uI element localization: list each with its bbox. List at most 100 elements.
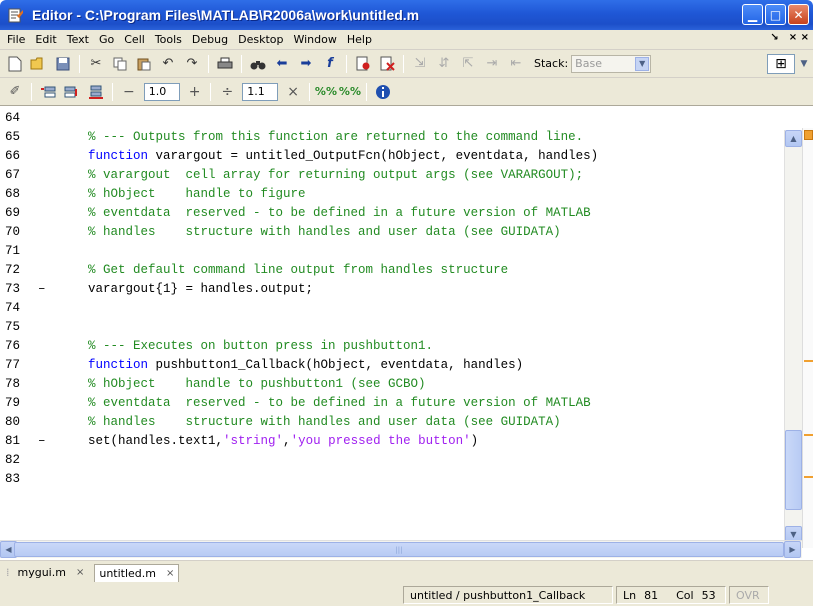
undock-icon[interactable]: ↘: [770, 32, 778, 43]
warning-indicator-icon[interactable]: [804, 130, 813, 140]
message-bar[interactable]: [802, 128, 813, 548]
current-function-status: untitled / pushbutton1_Callback: [403, 586, 613, 604]
menu-desktop[interactable]: Desktop: [233, 33, 288, 46]
new-file-icon[interactable]: [5, 54, 25, 74]
code-line[interactable]: 81 – set(handles.text1,'string','you pres…: [0, 431, 478, 450]
code-line[interactable]: 69 % eventdata reserved - to be defined …: [0, 203, 591, 222]
menu-cell[interactable]: Cell: [119, 33, 150, 46]
menu-edit[interactable]: Edit: [30, 33, 61, 46]
step-in-icon[interactable]: ⇵: [434, 54, 454, 74]
tab-mygui[interactable]: mygui.m ×: [14, 564, 89, 582]
stack-dropdown[interactable]: Base ▼: [571, 54, 652, 73]
code-line[interactable]: 76 % --- Executes on button press in pus…: [0, 336, 433, 355]
window-title: Editor - C:\Program Files\MATLAB\R2006a\…: [32, 7, 420, 23]
eval-cell-advance-icon[interactable]: [62, 82, 82, 102]
insert-cell-divider-icon[interactable]: %%: [315, 82, 337, 102]
continue-icon[interactable]: ⇥: [482, 54, 502, 74]
tab-untitled[interactable]: untitled.m ×: [94, 563, 180, 582]
code-line[interactable]: 83: [0, 469, 58, 488]
find-icon[interactable]: [248, 54, 268, 74]
remove-cell-divider-icon[interactable]: %%: [339, 82, 361, 102]
forward-arrow-icon[interactable]: ➡: [296, 54, 316, 74]
code-editor[interactable]: 64 65 % --- Outputs from this function ar…: [0, 106, 798, 550]
info-icon[interactable]: [373, 82, 393, 102]
step-out-icon[interactable]: ⇱: [458, 54, 478, 74]
close-icon[interactable]: ✕: [788, 4, 809, 25]
code-line[interactable]: 80 % handles structure with handles and …: [0, 412, 561, 431]
menu-file[interactable]: File: [2, 33, 30, 46]
code-line[interactable]: 75: [0, 317, 58, 336]
divide-button[interactable]: ÷: [221, 84, 233, 100]
back-arrow-icon[interactable]: ⬅: [272, 54, 292, 74]
decrement-value-field[interactable]: 1.0: [143, 82, 180, 101]
step-icon[interactable]: ⇲: [410, 54, 430, 74]
warning-marker[interactable]: [804, 476, 813, 478]
code-string: 'you pressed the button': [290, 433, 471, 448]
increment-button[interactable]: +: [189, 84, 201, 100]
code-line[interactable]: 67 % varargout cell array for returning …: [0, 165, 583, 184]
menu-window[interactable]: Window: [288, 33, 341, 46]
horizontal-scroll-thumb[interactable]: |||: [14, 542, 784, 557]
code-line[interactable]: 66 function varargout = untitled_OutputF…: [0, 146, 598, 165]
breakpoint-gutter[interactable]: –: [38, 282, 58, 296]
eval-cell-icon[interactable]: [38, 82, 58, 102]
paste-icon[interactable]: [134, 54, 154, 74]
exit-debug-icon[interactable]: ⇤: [506, 54, 526, 74]
multiply-button[interactable]: ×: [287, 84, 299, 100]
cut-icon[interactable]: ✂: [86, 54, 106, 74]
code-text: ): [470, 433, 479, 448]
undo-icon[interactable]: ↶: [158, 54, 178, 74]
warning-marker[interactable]: [804, 434, 813, 436]
warning-marker[interactable]: [804, 360, 813, 362]
multiply-value-field[interactable]: 1.1: [242, 82, 279, 101]
code-line[interactable]: 72 % Get default command line output fro…: [0, 260, 508, 279]
code-line[interactable]: 70 % handles structure with handles and …: [0, 222, 561, 241]
tile-layout-icon[interactable]: ⊞: [767, 54, 795, 74]
vertical-scroll-thumb[interactable]: [785, 430, 802, 510]
set-breakpoint-icon[interactable]: [353, 54, 373, 74]
menu-tools[interactable]: Tools: [150, 33, 187, 46]
decrement-button[interactable]: −: [123, 84, 135, 100]
chevron-down-icon[interactable]: ▼: [635, 56, 650, 71]
scroll-right-icon[interactable]: ▶: [784, 541, 801, 558]
code-line[interactable]: 65 % --- Outputs from this function are …: [0, 127, 583, 146]
menu-help[interactable]: Help: [342, 33, 377, 46]
menu-debug[interactable]: Debug: [187, 33, 233, 46]
print-icon[interactable]: [215, 54, 235, 74]
eval-file-icon[interactable]: [86, 82, 106, 102]
chevron-down-icon[interactable]: ▼: [797, 54, 811, 74]
toolbar-separator: [365, 82, 367, 101]
open-file-icon[interactable]: [29, 54, 49, 74]
breakpoint-gutter[interactable]: –: [38, 434, 58, 448]
horizontal-scrollbar[interactable]: ◀ ||| ▶: [0, 540, 802, 558]
close-icon[interactable]: ×: [166, 568, 174, 579]
cell-mode-icon[interactable]: ✐: [5, 82, 25, 102]
maximize-icon[interactable]: □: [765, 4, 786, 25]
code-line[interactable]: 77 function pushbutton1_Callback(hObject…: [0, 355, 523, 374]
code-line[interactable]: 79 % eventdata reserved - to be defined …: [0, 393, 591, 412]
code-line[interactable]: 64: [0, 108, 58, 127]
clear-breakpoints-icon[interactable]: [377, 54, 397, 74]
menu-bar: File Edit Text Go Cell Tools Debug Deskt…: [0, 30, 813, 50]
code-line[interactable]: 74: [0, 298, 58, 317]
vertical-scrollbar[interactable]: ▲ ▼: [784, 130, 802, 544]
function-icon[interactable]: f: [320, 54, 340, 74]
title-bar[interactable]: Editor - C:\Program Files\MATLAB\R2006a\…: [0, 0, 813, 30]
save-icon[interactable]: [53, 54, 73, 74]
scroll-up-icon[interactable]: ▲: [785, 130, 802, 147]
close-icon[interactable]: ×: [76, 567, 84, 578]
code-line[interactable]: 78 % hObject handle to pushbutton1 (see …: [0, 374, 426, 393]
redo-icon[interactable]: ↷: [182, 54, 202, 74]
toolbar-separator: [403, 54, 404, 73]
menu-go[interactable]: Go: [94, 33, 119, 46]
line-number: 66: [5, 148, 21, 163]
copy-icon[interactable]: [110, 54, 130, 74]
code-line[interactable]: 71: [0, 241, 58, 260]
code-line[interactable]: 73 – varargout{1} = handles.output;: [0, 279, 313, 298]
menu-text[interactable]: Text: [62, 33, 94, 46]
code-line[interactable]: 68 % hObject handle to figure: [0, 184, 306, 203]
code-line[interactable]: 82: [0, 450, 58, 469]
close-document-icon[interactable]: × ×: [789, 32, 809, 43]
minimize-icon[interactable]: ▁: [742, 4, 763, 25]
cursor-position-status: Ln 81 Col 53: [616, 586, 726, 604]
